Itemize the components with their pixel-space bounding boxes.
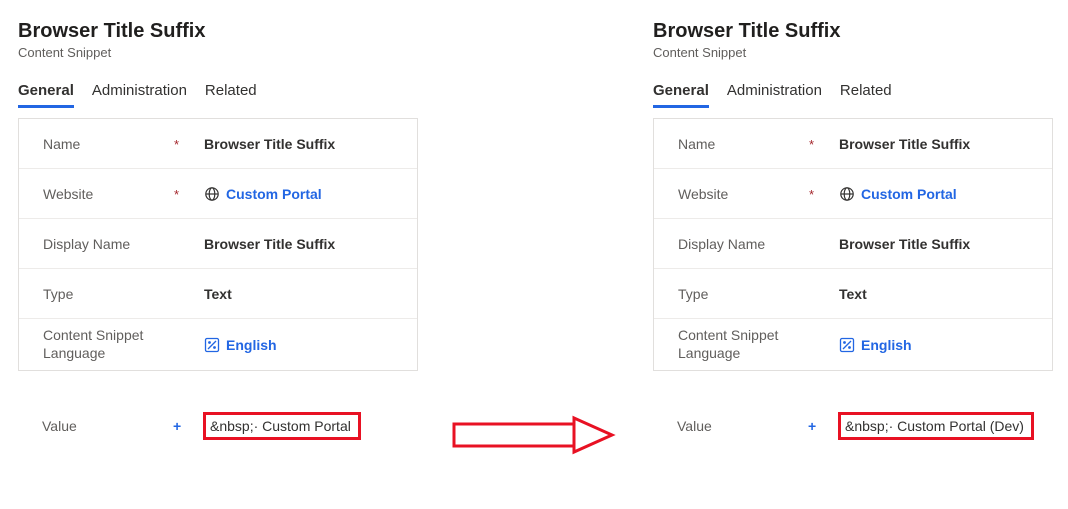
- row-value[interactable]: Value + &nbsp;· Custom Portal (Dev): [653, 401, 1053, 451]
- tab-related[interactable]: Related: [205, 78, 257, 108]
- label-name: Name: [19, 136, 174, 152]
- value-language[interactable]: English: [839, 337, 1052, 353]
- required-marker: *: [174, 137, 179, 152]
- value-type: Text: [204, 286, 417, 302]
- tabs: General Administration Related: [18, 78, 418, 108]
- content-snippet-form-right: Browser Title Suffix Content Snippet Gen…: [653, 20, 1053, 451]
- language-icon: [204, 337, 220, 353]
- value-type: Text: [839, 286, 1052, 302]
- page-subtitle: Content Snippet: [18, 45, 418, 60]
- tab-general[interactable]: General: [653, 78, 709, 108]
- language-icon: [839, 337, 855, 353]
- tab-related[interactable]: Related: [840, 78, 892, 108]
- required-marker: *: [809, 137, 814, 152]
- value-value: &nbsp;· Custom Portal: [210, 418, 351, 434]
- value-value: &nbsp;· Custom Portal (Dev): [845, 418, 1024, 434]
- value-website-text: Custom Portal: [861, 186, 957, 202]
- label-language: Content Snippet Language: [19, 327, 174, 362]
- value-website-text: Custom Portal: [226, 186, 322, 202]
- highlight-box: &nbsp;· Custom Portal (Dev): [838, 412, 1034, 440]
- row-name[interactable]: Name * Browser Title Suffix: [654, 119, 1052, 169]
- highlight-box: &nbsp;· Custom Portal: [203, 412, 361, 440]
- value-website[interactable]: Custom Portal: [204, 186, 417, 202]
- value-value-wrap: &nbsp;· Custom Portal (Dev): [838, 412, 1053, 440]
- row-language[interactable]: Content Snippet Language English: [19, 319, 417, 370]
- required-marker: *: [174, 187, 179, 202]
- tab-administration[interactable]: Administration: [92, 78, 187, 108]
- value-name: Browser Title Suffix: [839, 136, 1052, 152]
- label-website: Website: [654, 186, 809, 202]
- recommended-marker: +: [808, 418, 816, 434]
- value-website[interactable]: Custom Portal: [839, 186, 1052, 202]
- form-general: Name * Browser Title Suffix Website * Cu…: [653, 118, 1053, 371]
- tab-general[interactable]: General: [18, 78, 74, 108]
- arrow-annotation: [452, 410, 622, 460]
- label-value: Value: [18, 418, 173, 434]
- required-marker: *: [809, 187, 814, 202]
- value-language-text: English: [861, 337, 912, 353]
- label-value: Value: [653, 418, 808, 434]
- label-type: Type: [19, 286, 174, 302]
- tab-administration[interactable]: Administration: [727, 78, 822, 108]
- globe-icon: [839, 186, 855, 202]
- content-snippet-form-left: Browser Title Suffix Content Snippet Gen…: [18, 20, 418, 451]
- form-general: Name * Browser Title Suffix Website * Cu…: [18, 118, 418, 371]
- label-type: Type: [654, 286, 809, 302]
- row-type[interactable]: Type Text: [654, 269, 1052, 319]
- row-language[interactable]: Content Snippet Language English: [654, 319, 1052, 370]
- label-website: Website: [19, 186, 174, 202]
- tabs: General Administration Related: [653, 78, 1053, 108]
- value-language[interactable]: English: [204, 337, 417, 353]
- label-name: Name: [654, 136, 809, 152]
- page-title: Browser Title Suffix: [18, 20, 418, 43]
- row-type[interactable]: Type Text: [19, 269, 417, 319]
- value-language-text: English: [226, 337, 277, 353]
- label-display-name: Display Name: [654, 236, 809, 252]
- value-display-name: Browser Title Suffix: [839, 236, 1052, 252]
- recommended-marker: +: [173, 418, 181, 434]
- page-subtitle: Content Snippet: [653, 45, 1053, 60]
- value-value-wrap: &nbsp;· Custom Portal: [203, 412, 418, 440]
- row-value[interactable]: Value + &nbsp;· Custom Portal: [18, 401, 418, 451]
- value-display-name: Browser Title Suffix: [204, 236, 417, 252]
- row-display-name[interactable]: Display Name Browser Title Suffix: [654, 219, 1052, 269]
- label-display-name: Display Name: [19, 236, 174, 252]
- page-title: Browser Title Suffix: [653, 20, 1053, 43]
- row-website[interactable]: Website * Custom Portal: [19, 169, 417, 219]
- row-name[interactable]: Name * Browser Title Suffix: [19, 119, 417, 169]
- value-name: Browser Title Suffix: [204, 136, 417, 152]
- row-display-name[interactable]: Display Name Browser Title Suffix: [19, 219, 417, 269]
- label-language: Content Snippet Language: [654, 327, 809, 362]
- row-website[interactable]: Website * Custom Portal: [654, 169, 1052, 219]
- globe-icon: [204, 186, 220, 202]
